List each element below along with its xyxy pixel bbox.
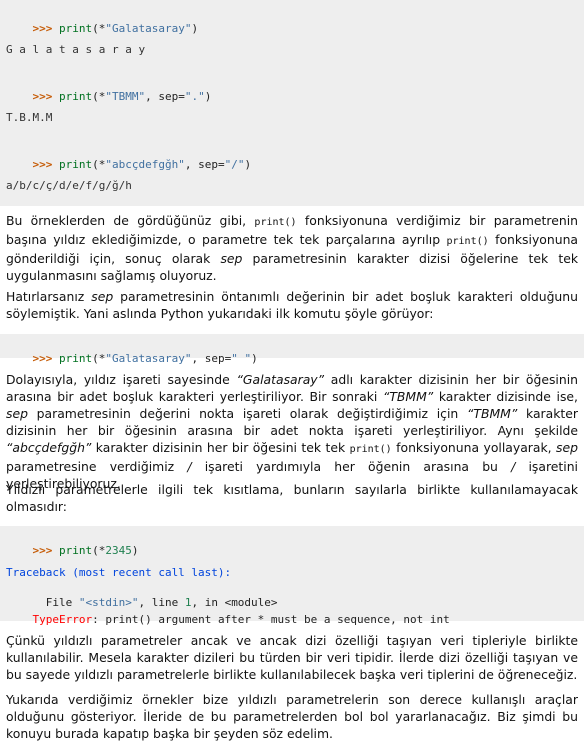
traceback-header: Traceback (most recent call last): <box>6 566 232 579</box>
prompt: >>> <box>32 352 53 365</box>
paragraph-4: Yıldızlı parametrelerle ilgili tek kısıt… <box>6 481 578 515</box>
code-token: , sep= <box>145 90 185 103</box>
code-token: ) <box>204 90 212 103</box>
string-literal: "." <box>184 90 205 103</box>
text: parametresine verdiğimiz <box>6 459 188 474</box>
code-token: ) <box>251 352 258 365</box>
text: Çünkü yıldızlı parametreler ancak ve anc… <box>6 633 578 682</box>
code-output: T.B.M.M <box>6 111 53 124</box>
keyword: print <box>59 90 93 103</box>
string-literal: " " <box>231 352 252 365</box>
code-token: , sep= <box>184 158 225 171</box>
code-block-3: >>> print(*2345) Traceback (most recent … <box>0 526 584 626</box>
keyword: print <box>59 22 93 35</box>
number-literal: 2345 <box>105 544 132 557</box>
emphasis: sep <box>220 251 243 266</box>
code-block-1: >>> print(*"Galatasaray") G a l a t a s … <box>0 0 584 206</box>
string-literal: "abcçdefgğh" <box>105 158 185 171</box>
error-name: TypeError <box>32 613 93 626</box>
code-block-2: >>> print(*"Galatasaray", sep=" ") <box>0 334 584 365</box>
text: Dolayısıyla, yıldız işareti sayesinde <box>6 372 237 387</box>
emphasis: sep <box>91 289 114 304</box>
keyword: print <box>59 544 93 557</box>
text: karakter dizisinde ise, <box>433 389 578 404</box>
emphasis: sep <box>556 440 578 455</box>
code-token: , sep= <box>191 352 232 365</box>
inline-code: print() <box>446 236 489 247</box>
code-line: >>> print(*2345) <box>6 531 139 570</box>
keyword: print <box>59 352 93 365</box>
code-output: G a l a t a s a r a y <box>6 43 146 56</box>
emphasis: sep <box>6 406 28 421</box>
prompt: >>> <box>32 90 53 103</box>
string-literal: "Galatasaray" <box>105 22 192 35</box>
code-token: (* <box>92 544 106 557</box>
code-token: (* <box>92 22 106 35</box>
string-literal: "/" <box>224 158 245 171</box>
text: Yıldızlı parametrelerle ilgili tek kısıt… <box>6 482 578 514</box>
paragraph-3: Dolayısıyla, yıldız işareti sayesinde “G… <box>6 371 578 492</box>
code-token: (* <box>92 158 106 171</box>
code-token: (* <box>92 352 106 365</box>
string-literal: "Galatasaray" <box>105 352 192 365</box>
emphasis: “abcçdefgğh” <box>6 440 92 455</box>
text: işareti yardımıyla her öğenin arasına bu <box>191 459 512 474</box>
emphasis: “TBMM” <box>382 389 434 404</box>
text: Bu örneklerden de gördüğünüz gibi, <box>6 213 255 228</box>
emphasis: “TBMM” <box>466 406 518 421</box>
code-token: ) <box>244 158 252 171</box>
text: Yukarıda verdiğimiz örnekler bize yıldız… <box>6 692 578 741</box>
text: fonksiyonuna yollayarak, <box>391 440 557 455</box>
inline-code: print() <box>254 217 297 228</box>
error-message: : print() argument after * must be a seq… <box>92 613 450 626</box>
text: parametresinin değerini nokta işareti ol… <box>27 406 467 421</box>
prompt: >>> <box>32 22 53 35</box>
paragraph-6: Yukarıda verdiğimiz örnekler bize yıldız… <box>6 691 578 742</box>
inline-code: print() <box>349 444 392 455</box>
code-token: (* <box>92 90 106 103</box>
text: karakter dizisinin her bir öğesini tek t… <box>91 440 350 455</box>
keyword: print <box>59 158 93 171</box>
paragraph-5: Çünkü yıldızlı parametreler ancak ve anc… <box>6 632 578 683</box>
code-token: ) <box>191 22 199 35</box>
prompt: >>> <box>32 158 53 171</box>
text: Hatırlarsanız <box>6 289 92 304</box>
emphasis: “Galatasaray” <box>236 372 325 387</box>
code-token: ) <box>131 544 139 557</box>
paragraph-1: Bu örneklerden de gördüğünüz gibi, print… <box>6 212 578 284</box>
paragraph-2: Hatırlarsanız sep parametresinin öntanım… <box>6 288 578 322</box>
string-literal: "TBMM" <box>105 90 146 103</box>
code-output: a/b/c/ç/d/e/f/g/ğ/h <box>6 179 132 192</box>
prompt: >>> <box>32 544 53 557</box>
